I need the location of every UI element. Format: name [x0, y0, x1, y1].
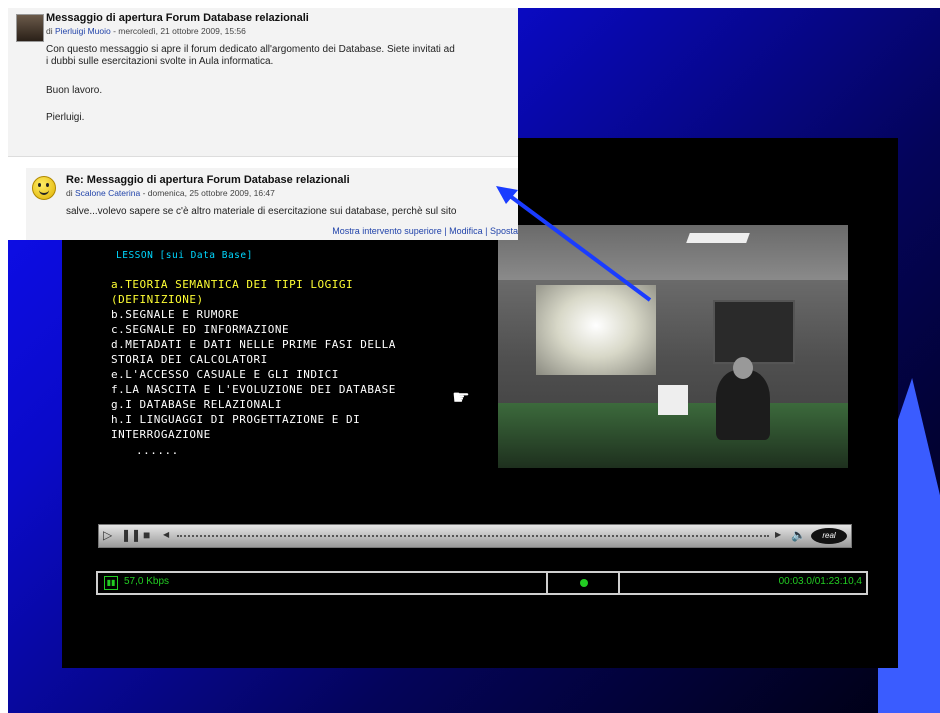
annotation-arrow	[496, 186, 652, 302]
arrow-line	[508, 194, 652, 302]
